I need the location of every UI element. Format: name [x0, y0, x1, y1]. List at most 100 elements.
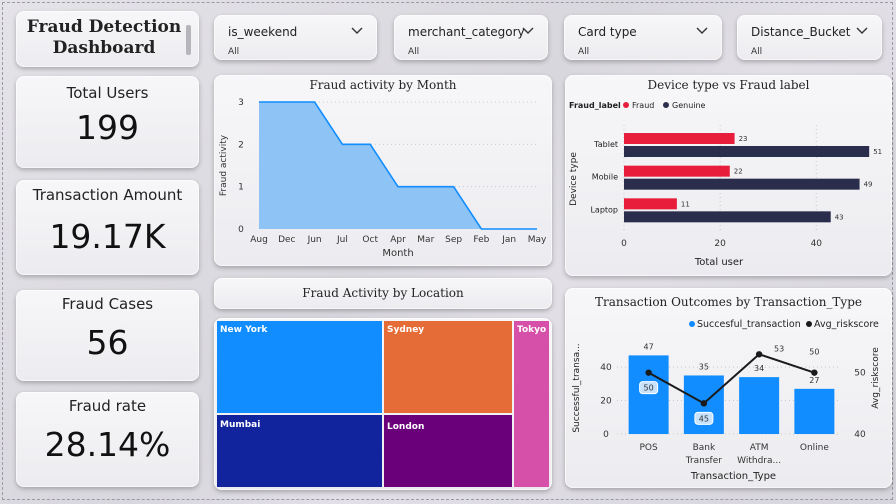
x-tick-label: Withdra...	[737, 456, 781, 466]
slicer-value: All	[751, 47, 763, 57]
x-tick-label: 0	[621, 239, 627, 249]
chevron-down-icon[interactable]	[351, 27, 363, 35]
treemap-cell-sydney[interactable]: Sydney	[384, 321, 512, 413]
legend-marker	[806, 321, 812, 327]
legend-title: Fraud_label	[569, 101, 621, 110]
treemap-card[interactable]: New York Sydney Tokyo Mumbai London	[214, 318, 552, 490]
y-tick-label: Mobile	[592, 173, 618, 182]
x-tick-label: Jul	[336, 235, 348, 245]
y-axis-label: Successful_transa...	[572, 343, 582, 432]
bar	[624, 133, 735, 144]
treemap-title: Fraud Activity by Location	[302, 286, 464, 300]
treemap-label: London	[387, 422, 425, 432]
slicer-merchant-category[interactable]: merchant_category All	[394, 15, 548, 60]
transaction-outcomes-card[interactable]: Transaction Outcomes by Transaction_Type…	[565, 288, 892, 488]
data-label: 22	[734, 168, 743, 176]
bar	[624, 198, 677, 210]
line-point	[811, 369, 818, 376]
x-tick-label: Apr	[390, 235, 406, 245]
chevron-down-icon[interactable]	[522, 27, 534, 35]
x-tick-label: ATM	[750, 443, 769, 453]
y-axis-label: Fraud activity	[219, 134, 229, 196]
slicer-is-weekend[interactable]: is_weekend All	[214, 15, 377, 60]
combo-chart[interactable]: Succesful_transaction Avg_riskscore 0 20 40 4…	[565, 288, 892, 488]
data-label: 35	[699, 362, 709, 371]
data-label: 11	[681, 200, 690, 208]
line-point	[700, 400, 708, 407]
legend-marker	[689, 321, 695, 327]
line-point	[755, 351, 763, 358]
kpi-label: Transaction Amount	[32, 186, 183, 204]
x-tick-label: Aug	[250, 235, 268, 245]
data-label: 45	[699, 414, 709, 423]
legend-label: Fraud	[632, 101, 654, 110]
y-tick-label: 0	[603, 430, 609, 440]
treemap-cell-mumbai[interactable]: Mumbai	[217, 415, 382, 487]
x-tick-label: POS	[640, 443, 659, 453]
bar	[739, 377, 780, 434]
kpi-label: Fraud rate	[68, 397, 147, 415]
y-tick-label: Laptop	[590, 205, 618, 214]
treemap-cell-london[interactable]: London	[384, 415, 512, 487]
fraud-by-month-card[interactable]: Fraud activity by Month 0 1 2 3 Aug Dec Jun Jul…	[214, 75, 552, 266]
kpi-fraud-cases: Fraud Cases 56	[16, 290, 199, 381]
y-tick-label: 40	[600, 363, 612, 373]
x-tick-label: Mar	[417, 235, 434, 245]
x-tick-label: Oct	[362, 235, 378, 245]
y2-tick-label: 40	[854, 430, 866, 440]
x-tick-label: Jan	[501, 235, 516, 245]
bar	[624, 146, 870, 157]
y-tick-label: 1	[238, 183, 244, 193]
dashboard-title-card: Fraud Detection Dashboard	[16, 11, 199, 67]
area-chart[interactable]: 0 1 2 3 Aug Dec Jun Jul Oct Apr Mar Sep Feb Jan May Mon…	[214, 75, 552, 266]
x-tick-label: Bank	[693, 443, 716, 453]
kpi-value: 56	[86, 323, 129, 362]
data-label: 43	[835, 213, 844, 221]
data-label: 50	[644, 384, 654, 393]
slicer-label: Distance_Bucket	[751, 25, 851, 39]
kpi-label: Fraud Cases	[61, 295, 154, 313]
x-tick-label: Sep	[445, 235, 462, 245]
y-tick-label: Tablet	[593, 140, 618, 149]
y-tick-label: 3	[238, 98, 244, 108]
x-tick-label: Transfer	[685, 456, 722, 466]
y-tick-label: 20	[600, 397, 612, 407]
bar	[624, 165, 730, 177]
slicer-label: merchant_category	[408, 25, 525, 39]
legend-marker	[663, 102, 669, 108]
data-label: 27	[809, 376, 819, 385]
bar	[624, 178, 860, 190]
slicer-card-type[interactable]: Card type All	[564, 15, 722, 60]
bar	[624, 211, 831, 223]
treemap-cell-new-york[interactable]: New York	[217, 321, 382, 413]
kpi-transaction-amount: Transaction Amount 19.17K	[16, 180, 199, 275]
x-tick-label: Feb	[473, 235, 489, 245]
x-tick-label: Online	[800, 443, 829, 453]
data-label: 50	[809, 348, 819, 357]
kpi-fraud-rate: Fraud rate 28.14%	[16, 392, 199, 487]
y-tick-label: 2	[238, 140, 244, 150]
x-tick-label: May	[528, 235, 547, 245]
chevron-down-icon[interactable]	[856, 27, 868, 35]
kpi-value: 19.17K	[49, 217, 166, 256]
treemap-title-card: Fraud Activity by Location	[214, 278, 552, 309]
y2-tick-label: 50	[854, 369, 866, 379]
legend-label: Genuine	[672, 101, 706, 110]
treemap-label: Sydney	[387, 325, 425, 335]
x-tick-label: 40	[811, 239, 823, 249]
treemap[interactable]: New York Sydney Tokyo Mumbai London	[217, 321, 549, 487]
legend-label: Avg_riskscore	[814, 319, 879, 330]
slicer-distance-bucket[interactable]: Distance_Bucket All	[737, 15, 882, 60]
device-vs-fraud-card[interactable]: Device type vs Fraud label Fraud_label Fr…	[565, 75, 892, 276]
data-label: 23	[739, 135, 748, 143]
slicer-value: All	[408, 47, 420, 57]
line-series	[648, 353, 815, 405]
title-scrollbar[interactable]	[186, 25, 191, 55]
device-bar-chart[interactable]: Fraud_label Fraud Genuine 0 20 40 Tablet 23 51 Mo…	[565, 75, 892, 276]
data-label: 34	[754, 364, 764, 373]
chevron-down-icon[interactable]	[696, 27, 708, 35]
kpi-total-users: Total Users 199	[16, 76, 199, 168]
y-axis-label: Device type	[569, 152, 579, 206]
treemap-cell-tokyo[interactable]: Tokyo	[514, 321, 549, 487]
bar	[628, 355, 669, 434]
